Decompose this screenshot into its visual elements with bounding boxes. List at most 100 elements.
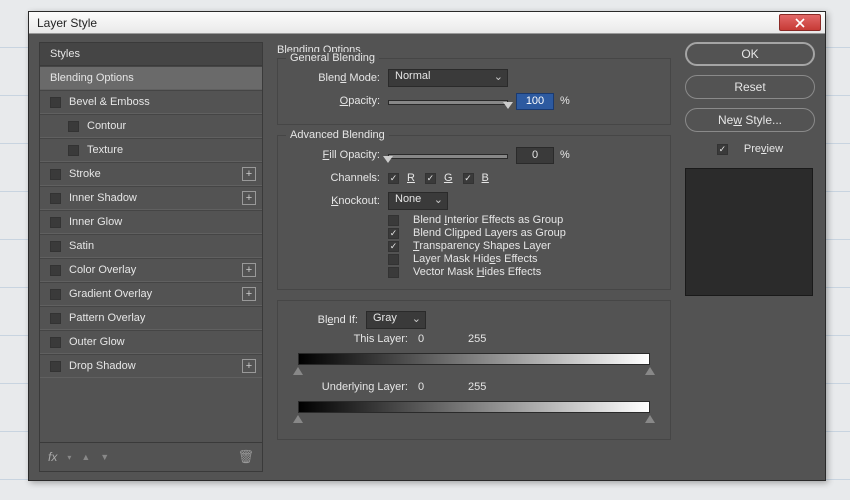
checkbox[interactable] [388,215,399,226]
titlebar[interactable]: Layer Style [29,12,825,34]
checkbox[interactable] [50,241,61,252]
blend-if-select[interactable]: Gray [366,311,426,329]
style-label: Inner Glow [69,216,122,228]
style-gradient-overlay[interactable]: Gradient Overlay + [40,282,262,306]
channel-b-label: B [482,172,489,184]
style-label: Drop Shadow [69,360,136,372]
style-texture[interactable]: Texture [40,138,262,162]
opt-label: Transparency Shapes Layer [413,240,551,252]
opt-label: Layer Mask Hides Effects [413,253,538,265]
checkbox[interactable] [50,265,61,276]
style-pattern-overlay[interactable]: Pattern Overlay [40,306,262,330]
add-icon[interactable]: + [242,359,256,373]
style-blending-options[interactable]: Blending Options [40,66,262,90]
checkbox[interactable] [68,145,79,156]
style-contour[interactable]: Contour [40,114,262,138]
move-up-icon[interactable]: ▲ [81,452,90,462]
fill-opacity-input[interactable] [516,147,554,164]
this-layer-high: 255 [468,333,518,345]
styles-footer: fx ▾ ▲ ▼ 🗑 [39,443,263,472]
style-label: Satin [69,240,94,252]
checkbox[interactable] [50,361,61,372]
ok-button[interactable]: OK [685,42,815,66]
preview-checkbox[interactable] [717,144,728,155]
style-label: Contour [87,120,126,132]
underlying-layer-label: Underlying Layer: [298,381,408,393]
style-label: Blending Options [50,72,134,84]
fill-opacity-slider[interactable] [388,147,508,163]
general-blending-group: General Blending Blend Mode: Normal Opac… [277,58,671,125]
advanced-blending-group: Advanced Blending Fill Opacity: % Channe… [277,135,671,290]
checkbox[interactable] [50,289,61,300]
checkbox[interactable] [50,193,61,204]
chevron-down-icon: ▾ [67,453,71,462]
style-inner-glow[interactable]: Inner Glow [40,210,262,234]
checkbox[interactable] [388,228,399,239]
checkbox[interactable] [388,241,399,252]
preview-label: Preview [744,143,783,155]
style-label: Texture [87,144,123,156]
add-icon[interactable]: + [242,191,256,205]
style-outer-glow[interactable]: Outer Glow [40,330,262,354]
checkbox[interactable] [388,254,399,265]
underlying-layer-slider[interactable] [298,395,650,423]
group-legend: General Blending [286,52,379,64]
style-label: Bevel & Emboss [69,96,150,108]
channel-g-checkbox[interactable] [425,173,436,184]
checkbox[interactable] [388,267,399,278]
style-stroke[interactable]: Stroke + [40,162,262,186]
checkbox[interactable] [50,313,61,324]
channel-b-checkbox[interactable] [463,173,474,184]
style-label: Gradient Overlay [69,288,152,300]
channel-r-checkbox[interactable] [388,173,399,184]
new-style-button[interactable]: New Style... [685,108,815,132]
style-label: Pattern Overlay [69,312,145,324]
this-layer-low: 0 [418,333,468,345]
fx-icon[interactable]: fx [48,450,57,464]
under-high: 255 [468,381,518,393]
style-satin[interactable]: Satin [40,234,262,258]
checkbox[interactable] [50,97,61,108]
style-label: Outer Glow [69,336,125,348]
under-low: 0 [418,381,468,393]
options-panel: Blending Options General Blending Blend … [273,42,675,472]
fill-opacity-label: Fill Opacity: [288,149,380,161]
style-drop-shadow[interactable]: Drop Shadow + [40,354,262,378]
reset-button[interactable]: Reset [685,75,815,99]
add-icon[interactable]: + [242,167,256,181]
add-icon[interactable]: + [242,263,256,277]
style-color-overlay[interactable]: Color Overlay + [40,258,262,282]
checkbox[interactable] [50,217,61,228]
this-layer-label: This Layer: [298,333,408,345]
style-label: Color Overlay [69,264,136,276]
percent-label: % [560,149,570,161]
blend-if-label: Blend If: [298,314,358,326]
style-bevel-emboss[interactable]: Bevel & Emboss [40,90,262,114]
blend-if-group: Blend If: Gray This Layer: 0 255 Underly… [277,300,671,440]
window-title: Layer Style [37,16,779,30]
opt-label: Vector Mask Hides Effects [413,266,541,278]
trash-icon[interactable]: 🗑 [237,449,254,465]
close-icon [795,18,805,28]
knockout-select[interactable]: None [388,192,448,210]
preview-swatch [685,168,813,296]
styles-header: Styles [39,42,263,65]
opacity-input[interactable] [516,93,554,110]
styles-list: Blending Options Bevel & Emboss Contour … [39,65,263,443]
move-down-icon[interactable]: ▼ [100,452,109,462]
channel-r-label: R [407,172,415,184]
style-inner-shadow[interactable]: Inner Shadow + [40,186,262,210]
opt-label: Blend Clipped Layers as Group [413,227,566,239]
checkbox[interactable] [68,121,79,132]
this-layer-slider[interactable] [298,347,650,375]
add-icon[interactable]: + [242,287,256,301]
knockout-label: Knockout: [288,195,380,207]
checkbox[interactable] [50,169,61,180]
channel-g-label: G [444,172,453,184]
blend-mode-select[interactable]: Normal [388,69,508,87]
checkbox[interactable] [50,337,61,348]
close-button[interactable] [779,14,821,31]
action-panel: OK Reset New Style... Preview [685,42,815,472]
opacity-slider[interactable] [388,93,508,109]
opt-label: Blend Interior Effects as Group [413,214,563,226]
